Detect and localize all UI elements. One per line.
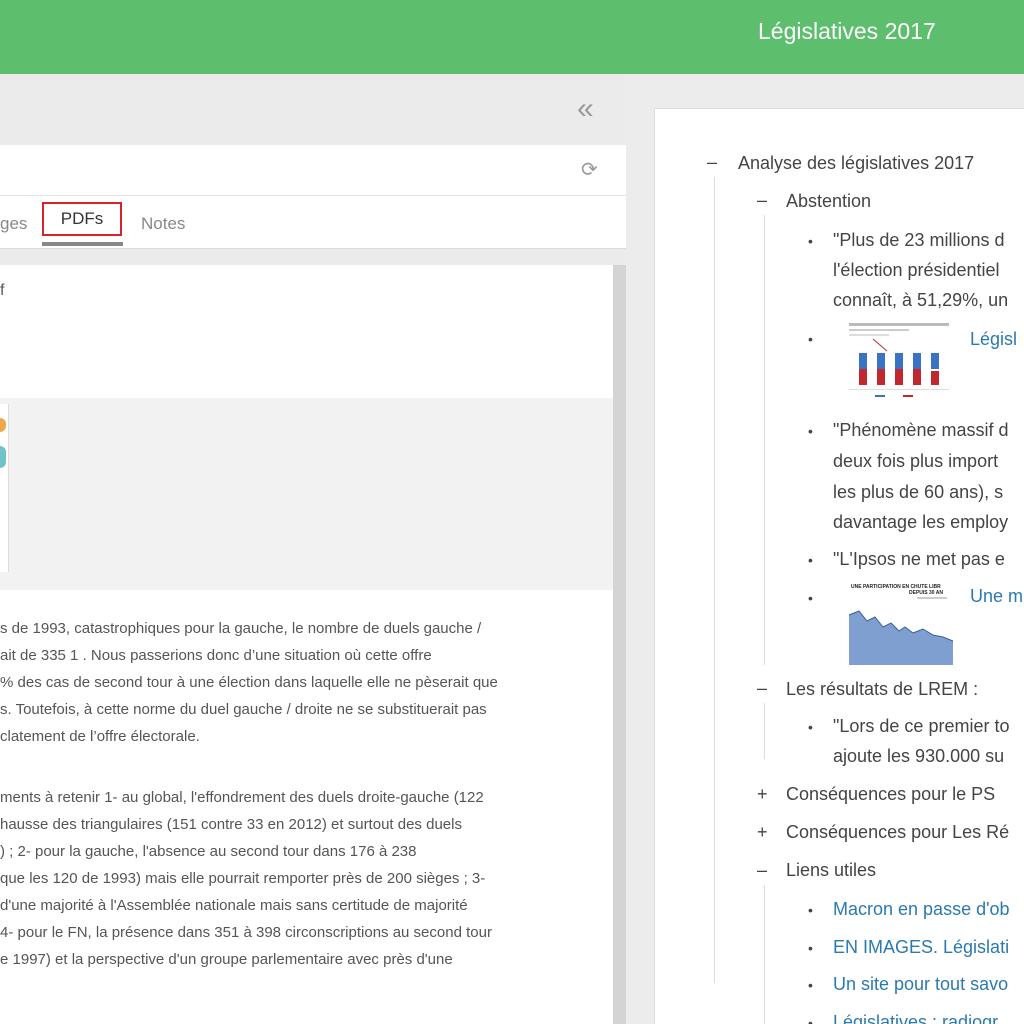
- pdf-thumbnail-strip: [0, 398, 613, 590]
- node-text[interactable]: l'élection présidentiel: [833, 260, 1000, 281]
- bullet-icon: •: [808, 719, 813, 735]
- chart-thumbnail[interactable]: [847, 321, 957, 409]
- pdf-text-paragraph: ments à retenir 1- au global, l'effondre…: [0, 784, 588, 973]
- pdf-text-paragraph: s de 1993, catastrophiques pour la gauch…: [0, 615, 588, 750]
- node-link[interactable]: Macron en passe d'ob: [833, 899, 1010, 920]
- text-line: % des cas de second tour à une élection …: [0, 674, 498, 691]
- node-text[interactable]: "Plus de 23 millions d: [833, 230, 1004, 251]
- collapse-toggle[interactable]: –: [757, 860, 767, 881]
- node-text[interactable]: connaît, à 51,29%, un: [833, 290, 1008, 311]
- expand-toggle[interactable]: +: [757, 784, 768, 805]
- bullet-icon: •: [808, 1015, 813, 1024]
- double-chevron-left-icon[interactable]: «: [577, 94, 594, 124]
- tab-images[interactable]: ges: [0, 214, 27, 234]
- tab-notes[interactable]: Notes: [141, 214, 185, 234]
- thumbnail-graphic: [0, 446, 6, 468]
- node-consequences-lr[interactable]: Conséquences pour Les Ré: [786, 822, 1009, 843]
- pdf-scrollbar[interactable]: [613, 265, 626, 1024]
- bullet-icon: •: [808, 233, 813, 249]
- text-line: ments à retenir 1- au global, l'effondre…: [0, 789, 484, 806]
- node-text[interactable]: davantage les employ: [833, 512, 1008, 533]
- bullet-icon: •: [808, 590, 813, 606]
- text-line: s de 1993, catastrophiques pour la gauch…: [0, 620, 482, 637]
- node-text[interactable]: les plus de 60 ans), s: [833, 482, 1003, 503]
- collapse-toggle[interactable]: –: [707, 152, 717, 173]
- text-line: 4- pour le FN, la présence dans 351 à 39…: [0, 924, 492, 941]
- bullet-icon: •: [808, 552, 813, 568]
- node-link[interactable]: Une m: [970, 586, 1023, 607]
- node-text[interactable]: "Phénomène massif d: [833, 420, 1008, 441]
- node-text[interactable]: "Lors de ce premier to: [833, 716, 1009, 737]
- thumbnail-title: DEPUIS 30 AN: [909, 590, 943, 596]
- bullet-icon: •: [808, 423, 813, 439]
- expand-toggle[interactable]: +: [757, 822, 768, 843]
- bullet-icon: •: [808, 331, 813, 347]
- node-link[interactable]: Législatives : radiogr: [833, 1012, 998, 1024]
- node-link[interactable]: Législ: [970, 329, 1017, 350]
- tree-connector: [764, 215, 765, 665]
- project-title: Législatives 2017: [758, 18, 936, 44]
- bullet-icon: •: [808, 940, 813, 956]
- node-link[interactable]: EN IMAGES. Législati: [833, 937, 1009, 958]
- text-line: s. Toutefois, à cette norme du duel gauc…: [0, 701, 487, 718]
- node-text[interactable]: deux fois plus import: [833, 451, 998, 472]
- tree-connector: [764, 703, 765, 759]
- node-consequences-ps[interactable]: Conséquences pour le PS: [786, 784, 995, 805]
- node-link[interactable]: Un site pour tout savo: [833, 974, 1008, 995]
- node-abstention[interactable]: Abstention: [786, 191, 871, 212]
- node-text[interactable]: "L'Ipsos ne met pas e: [833, 549, 1005, 570]
- text-line: que les 120 de 1993) mais elle pourrait …: [0, 870, 486, 887]
- pdf-filename: f: [0, 282, 5, 299]
- resource-search-bar[interactable]: [0, 145, 626, 195]
- bullet-icon: •: [808, 977, 813, 993]
- mindmap-tree: – Analyse des législatives 2017 – Absten…: [655, 109, 1024, 1024]
- tree-connector: [714, 177, 715, 983]
- text-line: ait de 335 1 . Nous passerions donc d’un…: [0, 647, 432, 664]
- text-line: e 1997) et la perspective d'un groupe pa…: [0, 951, 453, 968]
- node-root[interactable]: Analyse des législatives 2017: [738, 153, 974, 174]
- node-lrem-results[interactable]: Les résultats de LREM :: [786, 679, 978, 700]
- node-text[interactable]: ajoute les 930.000 su: [833, 746, 1004, 767]
- top-header-bar: Législatives 2017: [0, 0, 1024, 74]
- refresh-icon[interactable]: ⟳: [581, 159, 598, 181]
- node-useful-links[interactable]: Liens utiles: [786, 860, 876, 881]
- text-line: hausse des triangulaires (151 contre 33 …: [0, 816, 462, 833]
- text-line: clatement de l’offre électorale.: [0, 728, 200, 745]
- collapse-toggle[interactable]: –: [757, 678, 767, 699]
- bullet-icon: •: [808, 902, 813, 918]
- resource-tabs: ges PDFs Notes: [0, 195, 626, 249]
- chart-thumbnail[interactable]: UNE PARTICIPATION EN CHUTE LIBR DEPUIS 3…: [847, 581, 957, 665]
- tab-pdfs[interactable]: PDFs: [42, 202, 122, 236]
- text-line: ) ; 2- pour la gauche, l'absence au seco…: [0, 843, 417, 860]
- tree-connector: [764, 885, 765, 1024]
- active-tab-indicator: [42, 242, 123, 246]
- text-line: d'une majorité à l'Assemblée nationale m…: [0, 897, 468, 914]
- mindmap-panel: – Analyse des législatives 2017 – Absten…: [654, 108, 1024, 1024]
- collapse-toggle[interactable]: –: [757, 190, 767, 211]
